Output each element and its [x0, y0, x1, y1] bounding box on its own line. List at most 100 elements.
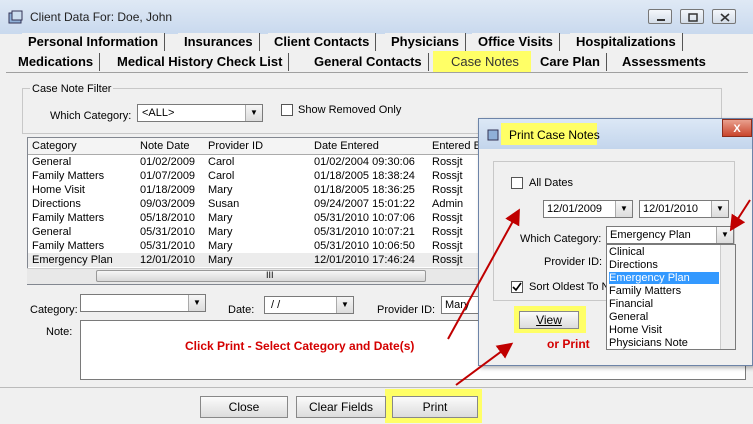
tab-hospitalizations[interactable]: Hospitalizations: [570, 33, 683, 51]
app-icon: [8, 10, 24, 24]
date-label: Date:: [228, 304, 255, 316]
dropdown-option[interactable]: Family Matters: [609, 285, 681, 297]
tab-insurances[interactable]: Insurances: [178, 33, 260, 51]
sort-oldest-checkbox[interactable]: [511, 281, 523, 293]
table-cell: Family Matters: [32, 240, 105, 252]
table-cell: 12/01/2010 17:46:24: [314, 254, 415, 266]
table-cell: Mary: [208, 184, 233, 196]
which-category-label: Which Category:: [50, 110, 132, 122]
tab-assessments[interactable]: Assessments: [616, 53, 712, 71]
table-cell: 05/31/2010 10:07:21: [314, 226, 415, 238]
table-cell: Mary: [208, 240, 233, 252]
show-removed-label: Show Removed Only: [298, 104, 402, 116]
print-button[interactable]: Print: [392, 396, 478, 418]
table-cell: 09/24/2007 15:01:22: [314, 198, 415, 210]
scroll-grip-icon: III: [266, 270, 274, 280]
date-from-value: 12/01/2009: [547, 203, 603, 215]
chevron-down-icon[interactable]: ▼: [711, 201, 728, 217]
table-cell: Carol: [208, 170, 235, 182]
dialog-category-select[interactable]: Emergency Plan ▼: [606, 226, 734, 244]
all-dates-checkbox[interactable]: [511, 177, 523, 189]
dialog-title: Print Case Notes: [509, 128, 600, 142]
show-removed-checkbox[interactable]: [281, 104, 293, 116]
tab-case-notes[interactable]: Case Notes: [433, 51, 531, 73]
dialog-provider-label: Provider ID:: [544, 256, 603, 268]
table-cell: 01/07/2009: [140, 170, 196, 182]
all-dates-label: All Dates: [529, 177, 574, 189]
category-dropdown-list[interactable]: Clinical Directions Emergency Plan Family M…: [606, 244, 736, 350]
table-cell: 01/02/2004 09:30:06: [314, 156, 415, 168]
table-cell: Mary: [208, 212, 233, 224]
case-notes-grid[interactable]: Category Note Date Provider ID Date Entered…: [27, 137, 493, 285]
dialog-close-button[interactable]: X: [722, 119, 752, 137]
table-cell: 09/03/2009: [140, 198, 196, 210]
category-select[interactable]: ▼: [80, 294, 206, 312]
date-from-picker[interactable]: 12/01/2009 ▼: [543, 200, 633, 218]
tab-personal-information[interactable]: Personal Information: [22, 33, 166, 51]
dropdown-option[interactable]: Home Visit: [609, 324, 662, 336]
date-picker[interactable]: / / ▼: [264, 296, 354, 314]
date-to-picker[interactable]: 12/01/2010 ▼: [639, 200, 729, 218]
chevron-down-icon[interactable]: ▼: [336, 297, 353, 313]
table-cell: 12/01/2010: [140, 254, 196, 266]
dropdown-scrollbar[interactable]: [720, 245, 735, 349]
tab-general-contacts[interactable]: General Contacts: [308, 53, 429, 71]
column-header[interactable]: Note Date: [136, 138, 209, 155]
table-cell: 01/18/2005 18:36:25: [314, 184, 415, 196]
provider-id-select[interactable]: Mary: [441, 296, 481, 314]
table-cell: 05/31/2010 10:07:06: [314, 212, 415, 224]
tab-care-plan[interactable]: Care Plan: [534, 53, 607, 71]
clear-fields-button[interactable]: Clear Fields: [296, 396, 386, 418]
table-cell: Susan: [208, 198, 240, 210]
tab-divider: [6, 72, 748, 73]
table-cell: 05/31/2010: [140, 240, 196, 252]
column-header[interactable]: Provider ID: [204, 138, 315, 155]
tab-medical-history-check-list[interactable]: Medical History Check List: [111, 53, 290, 71]
maximize-button[interactable]: [680, 9, 704, 24]
chevron-down-icon[interactable]: ▼: [245, 105, 262, 121]
provider-id-label: Provider ID:: [377, 304, 436, 316]
view-button[interactable]: View: [519, 311, 579, 329]
table-cell: 01/18/2009: [140, 184, 196, 196]
tab-client-contacts[interactable]: Client Contacts: [268, 33, 377, 51]
filter-legend: Case Note Filter: [30, 83, 114, 95]
tab-medications[interactable]: Medications: [12, 53, 101, 71]
table-cell: 05/31/2010: [140, 226, 196, 238]
chevron-down-icon[interactable]: ▼: [716, 227, 733, 243]
table-cell: Emergency Plan: [32, 254, 113, 266]
close-window-button[interactable]: [712, 9, 736, 24]
sort-oldest-label: Sort Oldest To N: [529, 281, 607, 293]
which-category-value: <ALL>: [142, 107, 175, 119]
bottom-divider: [0, 387, 753, 388]
column-header[interactable]: Date Entered: [310, 138, 433, 155]
chevron-down-icon[interactable]: ▼: [188, 295, 205, 311]
dialog-category-value: Emergency Plan: [610, 229, 691, 241]
dialog-category-label: Which Category:: [520, 233, 602, 245]
dropdown-option[interactable]: General: [609, 311, 648, 323]
dropdown-option[interactable]: Clinical: [609, 246, 644, 258]
column-header[interactable]: Category: [28, 138, 141, 155]
chevron-down-icon[interactable]: ▼: [615, 201, 632, 217]
dropdown-option[interactable]: Physicians Note: [609, 337, 688, 349]
scroll-thumb[interactable]: [96, 270, 426, 282]
dropdown-option[interactable]: Emergency Plan: [609, 272, 719, 284]
close-button[interactable]: Close: [200, 396, 288, 418]
table-cell: 05/18/2010: [140, 212, 196, 224]
tab-office-visits[interactable]: Office Visits: [472, 33, 560, 51]
window-title: Client Data For: Doe, John: [30, 10, 173, 24]
instruction-annotation: Click Print - Select Category and Date(s…: [185, 339, 415, 353]
which-category-select[interactable]: <ALL> ▼: [137, 104, 263, 122]
tab-physicians[interactable]: Physicians: [385, 33, 466, 51]
table-cell: Family Matters: [32, 170, 105, 182]
table-cell: Home Visit: [32, 184, 85, 196]
minimize-button[interactable]: [648, 9, 672, 24]
note-label: Note:: [46, 326, 73, 338]
table-cell: Family Matters: [32, 212, 105, 224]
table-cell: 05/31/2010 10:06:50: [314, 240, 415, 252]
dropdown-option[interactable]: Financial: [609, 298, 653, 310]
date-to-value: 12/01/2010: [643, 203, 699, 215]
dialog-icon: [487, 128, 501, 144]
table-cell: 01/02/2009: [140, 156, 196, 168]
dropdown-option[interactable]: Directions: [609, 259, 658, 271]
table-cell: Mary: [208, 226, 233, 238]
